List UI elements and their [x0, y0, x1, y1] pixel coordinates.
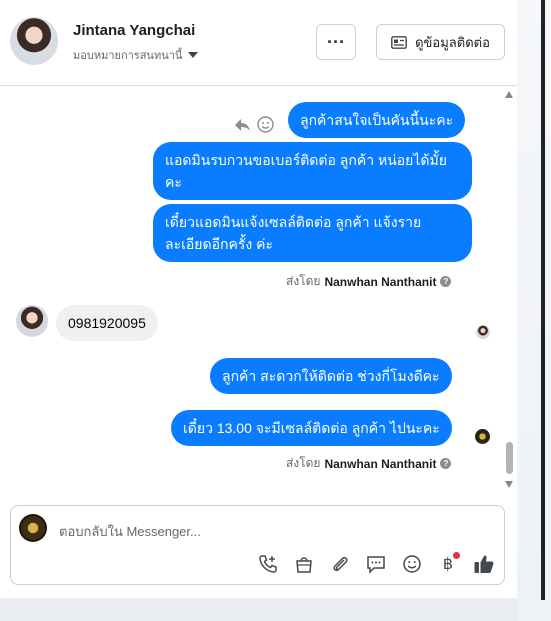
notification-dot — [453, 552, 460, 559]
sender-name: Nanwhan Nanthanit — [324, 456, 437, 471]
message-actions — [234, 116, 274, 133]
message-bubble-outgoing[interactable]: เดี๋ยว 13.00 จะมีเซลล์ติดต่อ ลูกค้า ไปนะ… — [171, 410, 452, 446]
message-bubble-incoming[interactable]: 0981920095 — [56, 305, 158, 341]
assign-label: มอบหมายการสนทนานี้ — [73, 50, 183, 62]
call-icon[interactable] — [256, 552, 280, 576]
customer-avatar[interactable] — [10, 17, 58, 65]
message-bubble-outgoing[interactable]: แอดมินรบกวนขอเบอร์ติดต่อ ลูกค้า หน่อยได้… — [153, 142, 472, 200]
bag-icon[interactable] — [292, 552, 316, 576]
help-icon[interactable]: ? — [440, 276, 452, 287]
message-bubble-outgoing[interactable]: เดี๋ยวแอดมินแจ้งเซลล์ติดต่อ ลูกค้า แจ้งร… — [153, 204, 472, 262]
contact-card-icon — [391, 35, 407, 49]
reply-icon[interactable] — [234, 118, 251, 132]
message-bubble-outgoing[interactable]: ลูกค้า สะดวกให้ติดต่อ ช่วงกี่โมงดีคะ — [210, 358, 452, 394]
message-bubble-outgoing[interactable]: ลูกค้าสนใจเป็นคันนี้นะคะ — [288, 102, 466, 138]
baht-symbol: ฿ — [442, 556, 454, 573]
assign-conversation-dropdown[interactable]: มอบหมายการสนทนานี้ — [73, 46, 199, 64]
composer-toolbar: ฿ — [256, 552, 496, 576]
sender-name: Nanwhan Nanthanit — [324, 274, 437, 289]
view-contact-info-button[interactable]: ดูข้อมูลติดต่อ — [376, 24, 505, 60]
page-avatar — [19, 514, 47, 542]
chat-icon[interactable] — [364, 552, 388, 576]
seen-avatar — [476, 325, 490, 339]
scrollbar-thumb[interactable] — [506, 442, 513, 474]
contact-info-label: ดูข้อมูลติดต่อ — [415, 34, 490, 50]
message-list[interactable]: ลูกค้าสนใจเป็นคันนี้นะคะ แอดมินรบกวนขอเบ… — [0, 87, 517, 492]
baht-icon[interactable]: ฿ — [436, 552, 460, 576]
scroll-up-arrow-icon[interactable] — [505, 91, 513, 98]
chevron-down-icon — [188, 52, 199, 58]
conversation-panel: Jintana Yangchai มอบหมายการสนทนานี้ ··· … — [0, 0, 517, 598]
window-edge — [541, 0, 545, 600]
emoji-icon[interactable] — [257, 116, 274, 133]
sent-by-prefix: ส่งโดย — [286, 274, 321, 288]
sent-by-prefix: ส่งโดย — [286, 456, 321, 470]
help-icon[interactable]: ? — [440, 458, 452, 469]
page-seen-avatar — [475, 429, 490, 444]
page-background-edge — [517, 0, 551, 621]
customer-name[interactable]: Jintana Yangchai — [73, 22, 195, 39]
scroll-down-arrow-icon[interactable] — [505, 481, 513, 488]
attach-icon[interactable] — [328, 552, 352, 576]
customer-avatar-small[interactable] — [16, 305, 48, 337]
reply-input[interactable]: ตอบกลับใน Messenger... — [59, 521, 201, 542]
sent-by-label: ส่งโดย Nanwhan Nanthanit ? — [286, 272, 452, 291]
reply-composer[interactable]: ตอบกลับใน Messenger... ฿ — [10, 505, 505, 585]
smile-icon[interactable] — [400, 552, 424, 576]
sent-by-label: ส่งโดย Nanwhan Nanthanit ? — [286, 454, 452, 473]
thumbs-up-icon[interactable] — [472, 552, 496, 576]
conversation-header: Jintana Yangchai มอบหมายการสนทนานี้ ··· … — [0, 0, 517, 86]
ellipsis-icon: ··· — [327, 31, 345, 52]
more-options-button[interactable]: ··· — [316, 24, 356, 60]
